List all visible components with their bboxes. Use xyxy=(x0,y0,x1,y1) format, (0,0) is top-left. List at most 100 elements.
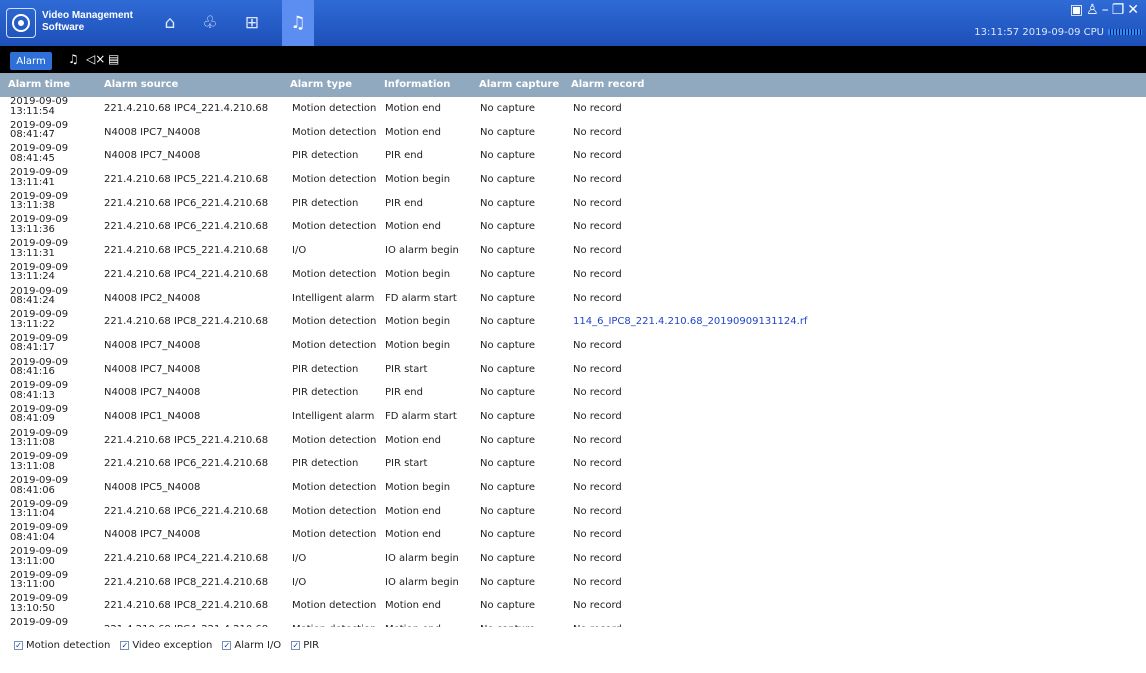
alarm-type-cell: Intelligent alarm xyxy=(292,410,375,422)
checkbox-icon[interactable]: ✓ xyxy=(120,641,130,650)
close-icon[interactable]: ✕ xyxy=(1127,2,1142,18)
alarm-capture-cell: No capture xyxy=(480,458,536,470)
restore-icon[interactable]: ❐ xyxy=(1112,2,1128,18)
col-alarm-type[interactable]: Alarm type xyxy=(290,79,352,90)
alarm-capture-cell: No capture xyxy=(480,174,536,186)
filter-checkbox[interactable]: ✓ Alarm I/O xyxy=(222,640,281,651)
alarm-record-cell: No record xyxy=(573,103,622,114)
screen-icon[interactable]: ▣ xyxy=(1070,2,1086,18)
alarm-source-cell: N4008 IPC7_N4008 xyxy=(104,126,201,138)
alarm-record-cell[interactable]: 114_6_IPC8_221.4.210.68_20190909131124.r… xyxy=(573,316,807,327)
app-name-line1: Video Management xyxy=(42,10,133,21)
table-row[interactable]: 2019-09-09 13:11:08 221.4.210.68 IPC5_22… xyxy=(0,428,1146,453)
col-alarm-time[interactable]: Alarm time xyxy=(8,79,70,90)
table-row[interactable]: 2019-09-09 13:11:04 221.4.210.68 IPC6_22… xyxy=(0,499,1146,524)
filter-label: Motion detection xyxy=(26,640,111,651)
alarm-capture-cell: No capture xyxy=(480,553,536,565)
alarm-time-cell: 2019-09-09 08:41:16 xyxy=(10,357,68,377)
table-row[interactable]: 2019-09-09 08:41:17 N4008 IPC7_N4008 Mot… xyxy=(0,334,1146,358)
table-row[interactable]: 2019-09-09 08:41:47 N4008 IPC7_N4008 Mot… xyxy=(0,120,1146,145)
window-controls: ▣♙–❐✕ xyxy=(1070,2,1142,18)
export-icon[interactable]: ▤ xyxy=(108,52,119,66)
alarm-date: 2019-09-09 xyxy=(10,617,69,627)
information-cell: PIR end xyxy=(385,150,423,162)
table-row[interactable]: 2019-09-09 13:11:08 221.4.210.68 IPC6_22… xyxy=(0,452,1146,476)
table-row[interactable]: 2019-09-09 13:11:38 221.4.210.68 IPC6_22… xyxy=(0,192,1146,216)
alarm-time-cell: 2019-09-09 13:11:36 xyxy=(10,215,68,234)
alarm-clock: 13:10:50 xyxy=(10,602,55,614)
alarm-time-cell: 2019-09-09 13:11:22 xyxy=(10,310,68,329)
bell-icon[interactable]: ♫ xyxy=(68,52,79,66)
table-row[interactable]: 2019-09-09 08:41:24 N4008 IPC2_N4008 Int… xyxy=(0,286,1146,311)
table-row[interactable]: 2019-09-09 13:11:22 221.4.210.68 IPC8_22… xyxy=(0,310,1146,334)
alarm-clock: 13:11:31 xyxy=(10,247,55,259)
alarm-clock: 13:11:54 xyxy=(10,105,55,117)
alarm-type-cell: I/O xyxy=(292,576,307,588)
alarm-source-cell: 221.4.210.68 IPC4_221.4.210.68 xyxy=(104,268,269,280)
table-row[interactable]: 2019-09-09 221.4.210.68 IPC4_221.4.210.6… xyxy=(0,618,1146,627)
user-icon[interactable]: ♙ xyxy=(1086,2,1102,18)
filter-label: Alarm I/O xyxy=(234,640,282,651)
alarm-settings-icon[interactable]: ♧ xyxy=(194,8,226,38)
alarm-time-cell: 2019-09-09 08:41:04 xyxy=(10,523,68,542)
table-row[interactable]: 2019-09-09 08:41:45 N4008 IPC7_N4008 PIR… xyxy=(0,144,1146,168)
col-alarm-capture[interactable]: Alarm capture xyxy=(479,79,559,90)
alarm-icon[interactable]: ♫ xyxy=(282,0,314,46)
alarm-type-cell: PIR detection xyxy=(292,197,359,209)
alarm-clock: 13:11:38 xyxy=(10,200,55,212)
alarm-source-cell: 221.4.210.68 IPC8_221.4.210.68 xyxy=(104,316,269,328)
table-header: Alarm time Alarm source Alarm type Infor… xyxy=(0,73,1146,97)
col-information[interactable]: Information xyxy=(384,79,450,90)
table-row[interactable]: 2019-09-09 13:11:31 221.4.210.68 IPC5_22… xyxy=(0,239,1146,263)
information-cell: Motion end xyxy=(385,505,441,517)
filter-checkbox[interactable]: ✓ PIR xyxy=(291,640,319,651)
alarm-record-cell: No record xyxy=(573,624,622,627)
alarm-time-cell: 2019-09-09 08:41:24 xyxy=(10,286,68,306)
table-row[interactable]: 2019-09-09 13:11:54 221.4.210.68 IPC4_22… xyxy=(0,97,1146,121)
grid-icon[interactable]: ⊞ xyxy=(236,8,268,38)
alarm-record-cell: No record xyxy=(573,174,622,186)
table-row[interactable]: 2019-09-09 13:11:24 221.4.210.68 IPC4_22… xyxy=(0,263,1146,287)
mute-icon[interactable]: ◁× xyxy=(86,52,105,66)
title-bar: Video Management Software ⌂ ♧ ⊞ ♫ ▣♙–❐✕ … xyxy=(0,0,1146,46)
tab-alarm[interactable]: Alarm xyxy=(10,52,52,70)
home-icon[interactable]: ⌂ xyxy=(154,8,186,38)
alarm-record-cell: No record xyxy=(573,197,622,209)
filter-checkbox[interactable]: ✓ Motion detection xyxy=(14,640,110,651)
checkbox-icon[interactable]: ✓ xyxy=(291,641,301,650)
cpu-meter xyxy=(1108,29,1142,35)
alarm-source-cell: 221.4.210.68 IPC5_221.4.210.68 xyxy=(104,434,269,446)
cpu-label: CPU xyxy=(1083,27,1104,38)
table-row[interactable]: 2019-09-09 08:41:04 N4008 IPC7_N4008 Mot… xyxy=(0,523,1146,547)
alarm-type-cell: Motion detection xyxy=(292,316,377,328)
alarm-time-cell: 2019-09-09 13:11:24 xyxy=(10,263,68,282)
information-cell: Motion begin xyxy=(385,482,451,493)
table-row[interactable]: 2019-09-09 13:11:00 221.4.210.68 IPC8_22… xyxy=(0,571,1146,595)
table-row[interactable]: 2019-09-09 08:41:16 N4008 IPC7_N4008 PIR… xyxy=(0,357,1146,382)
alarm-record-cell: No record xyxy=(573,553,622,565)
checkbox-icon[interactable]: ✓ xyxy=(14,641,23,650)
alarm-time-cell: 2019-09-09 13:11:41 xyxy=(10,168,68,187)
col-alarm-record[interactable]: Alarm record xyxy=(571,79,644,90)
alarm-record-cell: No record xyxy=(573,150,622,162)
table-row[interactable]: 2019-09-09 13:10:50 221.4.210.68 IPC8_22… xyxy=(0,594,1146,618)
table-row[interactable]: 2019-09-09 08:41:09 N4008 IPC1_N4008 Int… xyxy=(0,405,1146,429)
minimize-icon[interactable]: – xyxy=(1102,2,1112,18)
app-name-line2: Software xyxy=(42,22,85,33)
table-row[interactable]: 2019-09-09 13:11:36 221.4.210.68 IPC6_22… xyxy=(0,215,1146,239)
checkbox-icon[interactable]: ✓ xyxy=(222,641,232,650)
alarm-time-cell: 2019-09-09 13:11:08 xyxy=(10,428,68,448)
alarm-type-cell: PIR detection xyxy=(292,387,359,399)
alarm-type-cell: PIR detection xyxy=(292,363,359,375)
table-row[interactable]: 2019-09-09 08:41:13 N4008 IPC7_N4008 PIR… xyxy=(0,381,1146,405)
table-row[interactable]: 2019-09-09 13:11:00 221.4.210.68 IPC4_22… xyxy=(0,547,1146,571)
information-cell: Motion begin xyxy=(385,339,451,351)
col-alarm-source[interactable]: Alarm source xyxy=(104,79,178,90)
alarm-record-cell: No record xyxy=(573,434,622,446)
table-row[interactable]: 2019-09-09 08:41:06 N4008 IPC5_N4008 Mot… xyxy=(0,476,1146,500)
alarm-clock: 08:41:24 xyxy=(10,295,55,306)
alarm-clock: 13:11:22 xyxy=(10,318,55,330)
filter-checkbox[interactable]: ✓ Video exception xyxy=(120,640,212,651)
table-row[interactable]: 2019-09-09 13:11:41 221.4.210.68 IPC5_22… xyxy=(0,168,1146,192)
alarm-time-cell: 2019-09-09 08:41:47 xyxy=(10,120,68,140)
